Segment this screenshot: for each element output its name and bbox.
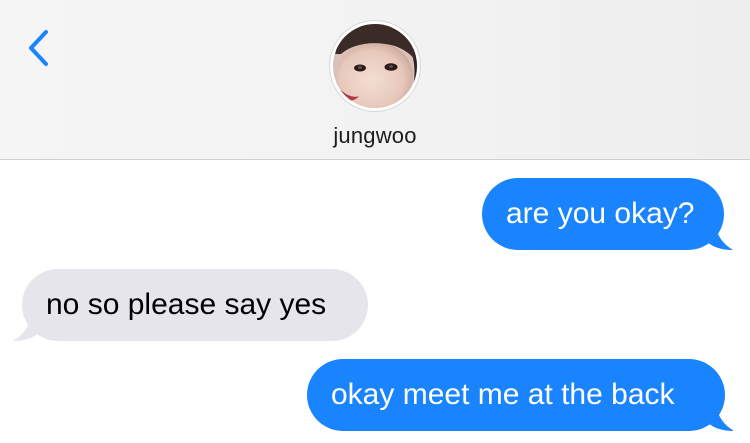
- message-text: are you okay?: [506, 197, 695, 230]
- back-button[interactable]: [20, 24, 60, 74]
- contact-name[interactable]: jungwoo: [0, 123, 750, 149]
- sent-message-bubble[interactable]: are you okay?: [482, 178, 733, 250]
- avatar-photo: [333, 24, 417, 108]
- sent-message-bubble[interactable]: okay meet me at the back: [307, 359, 734, 431]
- bubble-tail: [13, 315, 39, 341]
- bubble-tail: [708, 405, 734, 431]
- bubble-tail: [707, 224, 733, 250]
- contact-avatar[interactable]: [333, 24, 417, 108]
- messages-screen: jungwoo are you okay? no so please say y…: [0, 0, 750, 443]
- message-text: okay meet me at the back: [331, 378, 675, 411]
- chevron-left-icon: [29, 30, 48, 66]
- received-message-bubble[interactable]: no so please say yes: [13, 269, 368, 341]
- message-text: no so please say yes: [46, 288, 327, 321]
- conversation-header: jungwoo: [0, 0, 750, 160]
- message-thread: are you okay? no so please say yes okay …: [0, 160, 750, 443]
